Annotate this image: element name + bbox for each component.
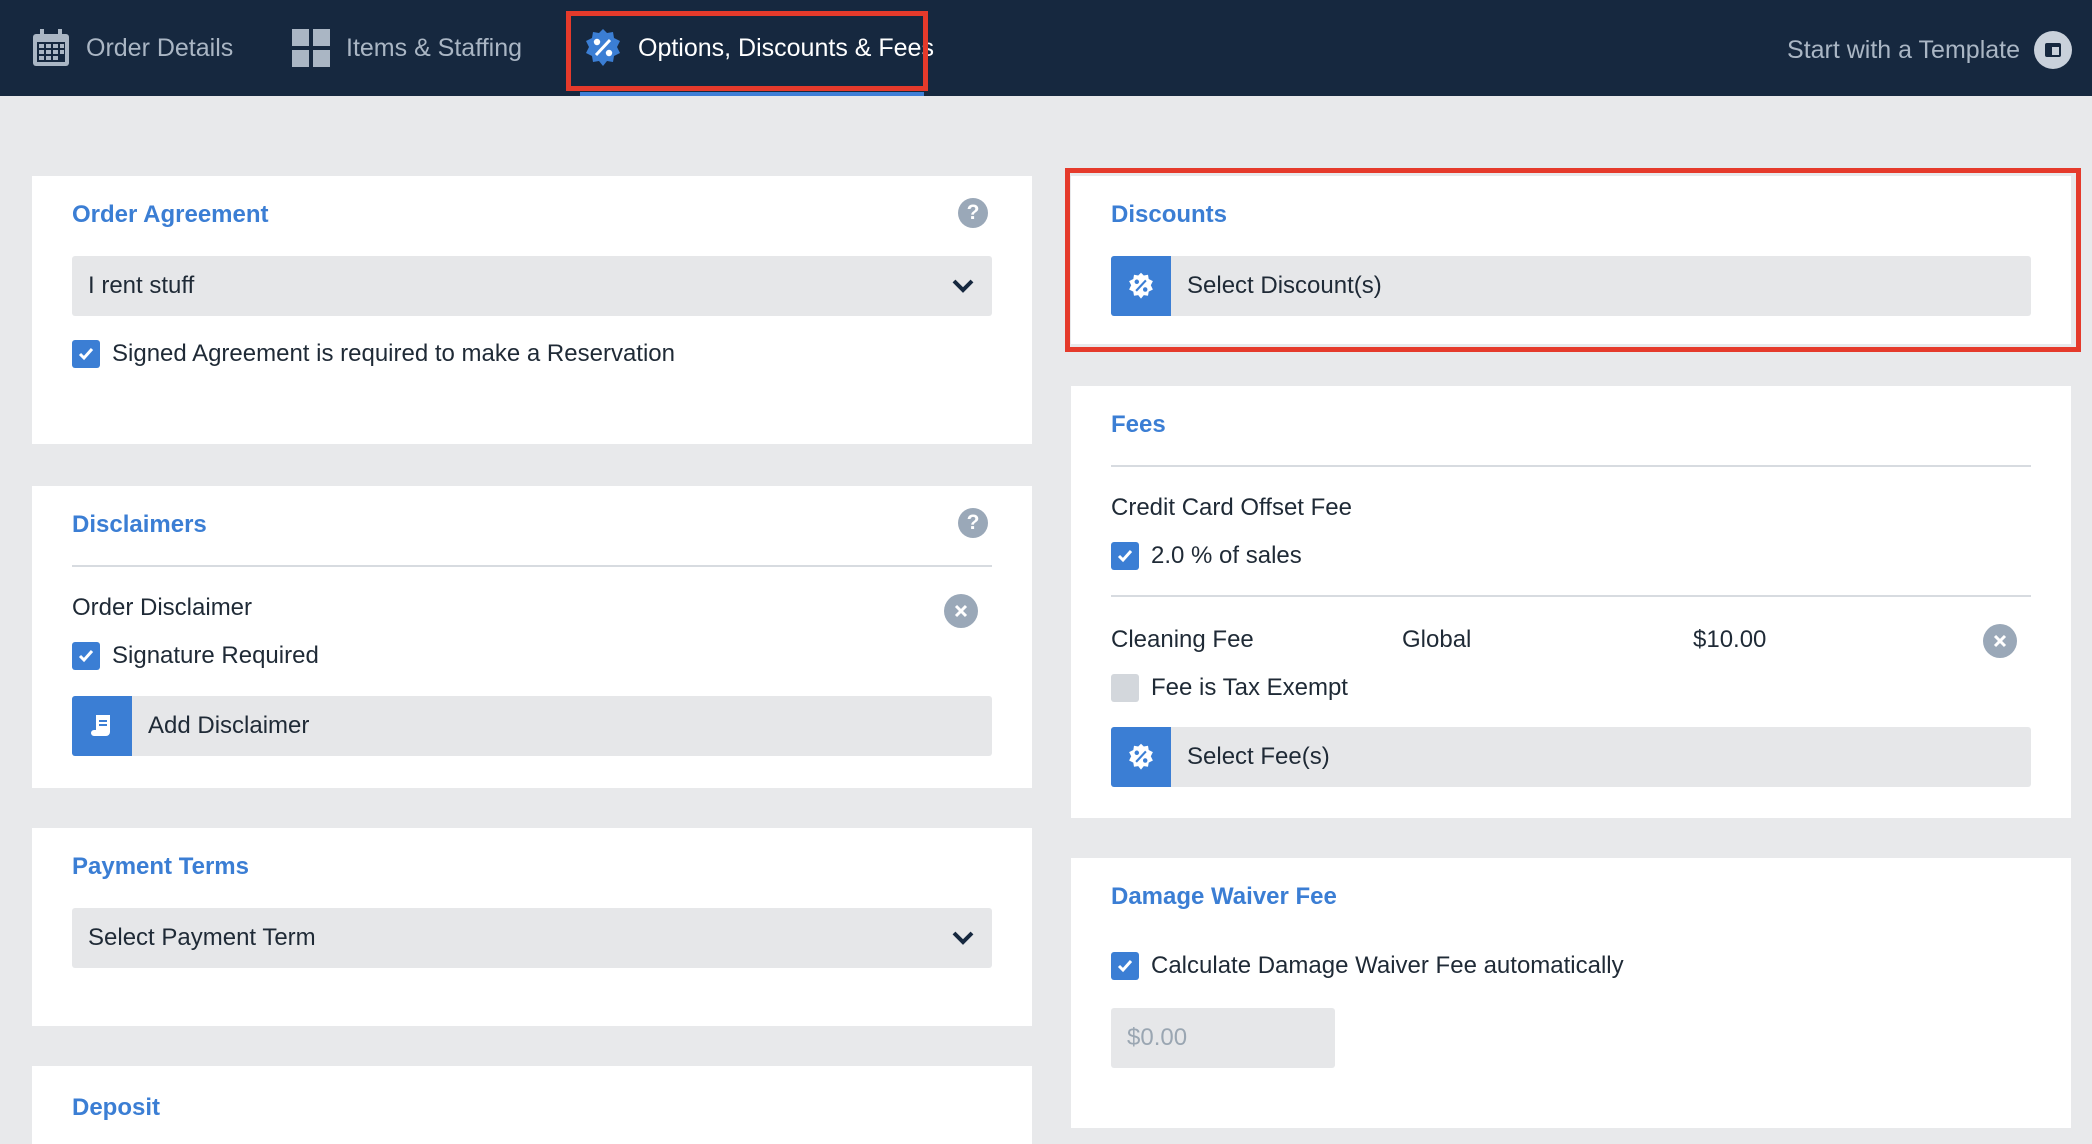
disclaimers-title: Disclaimers: [72, 511, 207, 538]
checkbox-checked[interactable]: [72, 340, 100, 368]
credit-card-fee-option-label: 2.0 % of sales: [1151, 542, 1302, 569]
credit-card-fee-name: Credit Card Offset Fee: [1111, 494, 1352, 521]
tax-exempt-label: Fee is Tax Exempt: [1151, 674, 1348, 701]
grid-icon: [290, 27, 332, 69]
active-tab-indicator: [580, 92, 924, 96]
order-agreement-card: Order Agreement ? I rent stuff Signed Ag…: [32, 176, 1032, 444]
damage-waiver-auto-checkbox-row[interactable]: Calculate Damage Waiver Fee automaticall…: [1111, 952, 1624, 980]
close-icon: [1993, 634, 2007, 648]
signed-agreement-label: Signed Agreement is required to make a R…: [112, 340, 675, 367]
tab-highlight-box: [566, 11, 928, 91]
cleaning-fee-amount: $10.00: [1693, 626, 1767, 653]
top-nav: Order Details Items & Staffing Options, …: [0, 0, 2092, 96]
scroll-document-icon: [72, 696, 132, 756]
tab-label: Order Details: [86, 33, 234, 62]
calendar-icon: [30, 27, 72, 69]
order-agreement-title: Order Agreement: [72, 201, 269, 228]
signature-required-checkbox-row[interactable]: Signature Required: [72, 642, 319, 670]
divider: [1111, 465, 2031, 467]
payment-terms-card: Payment Terms Select Payment Term: [32, 828, 1032, 1026]
tab-label: Items & Staffing: [346, 33, 523, 62]
checkbox-checked[interactable]: [72, 642, 100, 670]
checkbox-checked[interactable]: [1111, 542, 1139, 570]
payment-terms-title: Payment Terms: [72, 853, 249, 880]
select-fees-label: Select Fee(s): [1187, 743, 1330, 770]
checkmark-icon: [78, 650, 94, 663]
tab-items-staffing[interactable]: Items & Staffing: [290, 0, 522, 96]
template-link-label: Start with a Template: [1787, 35, 2020, 64]
discount-badge-icon: [1111, 727, 1171, 787]
signed-agreement-checkbox-row[interactable]: Signed Agreement is required to make a R…: [72, 340, 675, 368]
cleaning-fee-name: Cleaning Fee: [1111, 626, 1254, 653]
remove-fee-button[interactable]: [1983, 624, 2017, 658]
damage-waiver-card: Damage Waiver Fee Calculate Damage Waive…: [1071, 858, 2071, 1128]
disclaimers-card: Disclaimers ? Order Disclaimer Signature…: [32, 486, 1032, 788]
checkmark-icon: [1117, 960, 1133, 973]
deposit-title: Deposit: [72, 1094, 161, 1121]
tab-order-details[interactable]: Order Details: [30, 0, 233, 96]
damage-waiver-auto-label: Calculate Damage Waiver Fee automaticall…: [1151, 952, 1624, 979]
cleaning-fee-scope: Global: [1402, 626, 1472, 653]
chevron-down-icon: [952, 931, 974, 945]
deposit-card: Deposit: [32, 1066, 1032, 1144]
signature-required-label: Signature Required: [112, 642, 319, 669]
remove-disclaimer-button[interactable]: [944, 594, 978, 628]
screen: Order Details Items & Staffing Options, …: [0, 0, 2092, 1144]
payment-term-select[interactable]: Select Payment Term: [72, 908, 992, 968]
order-agreement-select[interactable]: I rent stuff: [72, 256, 992, 316]
fees-card: Fees Credit Card Offset Fee 2.0 % of sal…: [1071, 386, 2071, 818]
help-icon[interactable]: ?: [958, 508, 988, 538]
payment-term-value: Select Payment Term: [88, 924, 316, 951]
template-icon: [2034, 31, 2072, 69]
add-disclaimer-label: Add Disclaimer: [148, 712, 310, 739]
discounts-highlight-box: [1065, 168, 2081, 352]
checkbox-unchecked[interactable]: [1111, 674, 1139, 702]
credit-card-fee-checkbox-row[interactable]: 2.0 % of sales: [1111, 542, 1302, 570]
close-icon: [954, 604, 968, 618]
damage-waiver-title: Damage Waiver Fee: [1111, 883, 1337, 910]
order-agreement-value: I rent stuff: [88, 272, 195, 299]
add-disclaimer-button[interactable]: Add Disclaimer: [72, 696, 992, 756]
damage-waiver-amount-input[interactable]: $0.00: [1111, 1008, 1335, 1068]
checkbox-checked[interactable]: [1111, 952, 1139, 980]
start-with-template-link[interactable]: Start with a Template: [1787, 0, 2072, 100]
checkmark-icon: [1117, 550, 1133, 563]
divider: [72, 565, 992, 567]
fees-title: Fees: [1111, 411, 1166, 438]
select-fees-button[interactable]: Select Fee(s): [1111, 727, 2031, 787]
tax-exempt-checkbox-row[interactable]: Fee is Tax Exempt: [1111, 674, 1348, 702]
chevron-down-icon: [952, 279, 974, 293]
help-icon[interactable]: ?: [958, 198, 988, 228]
damage-waiver-amount-placeholder: $0.00: [1127, 1024, 1188, 1051]
checkmark-icon: [78, 348, 94, 361]
order-disclaimer-name: Order Disclaimer: [72, 594, 253, 621]
divider: [1111, 595, 2031, 597]
